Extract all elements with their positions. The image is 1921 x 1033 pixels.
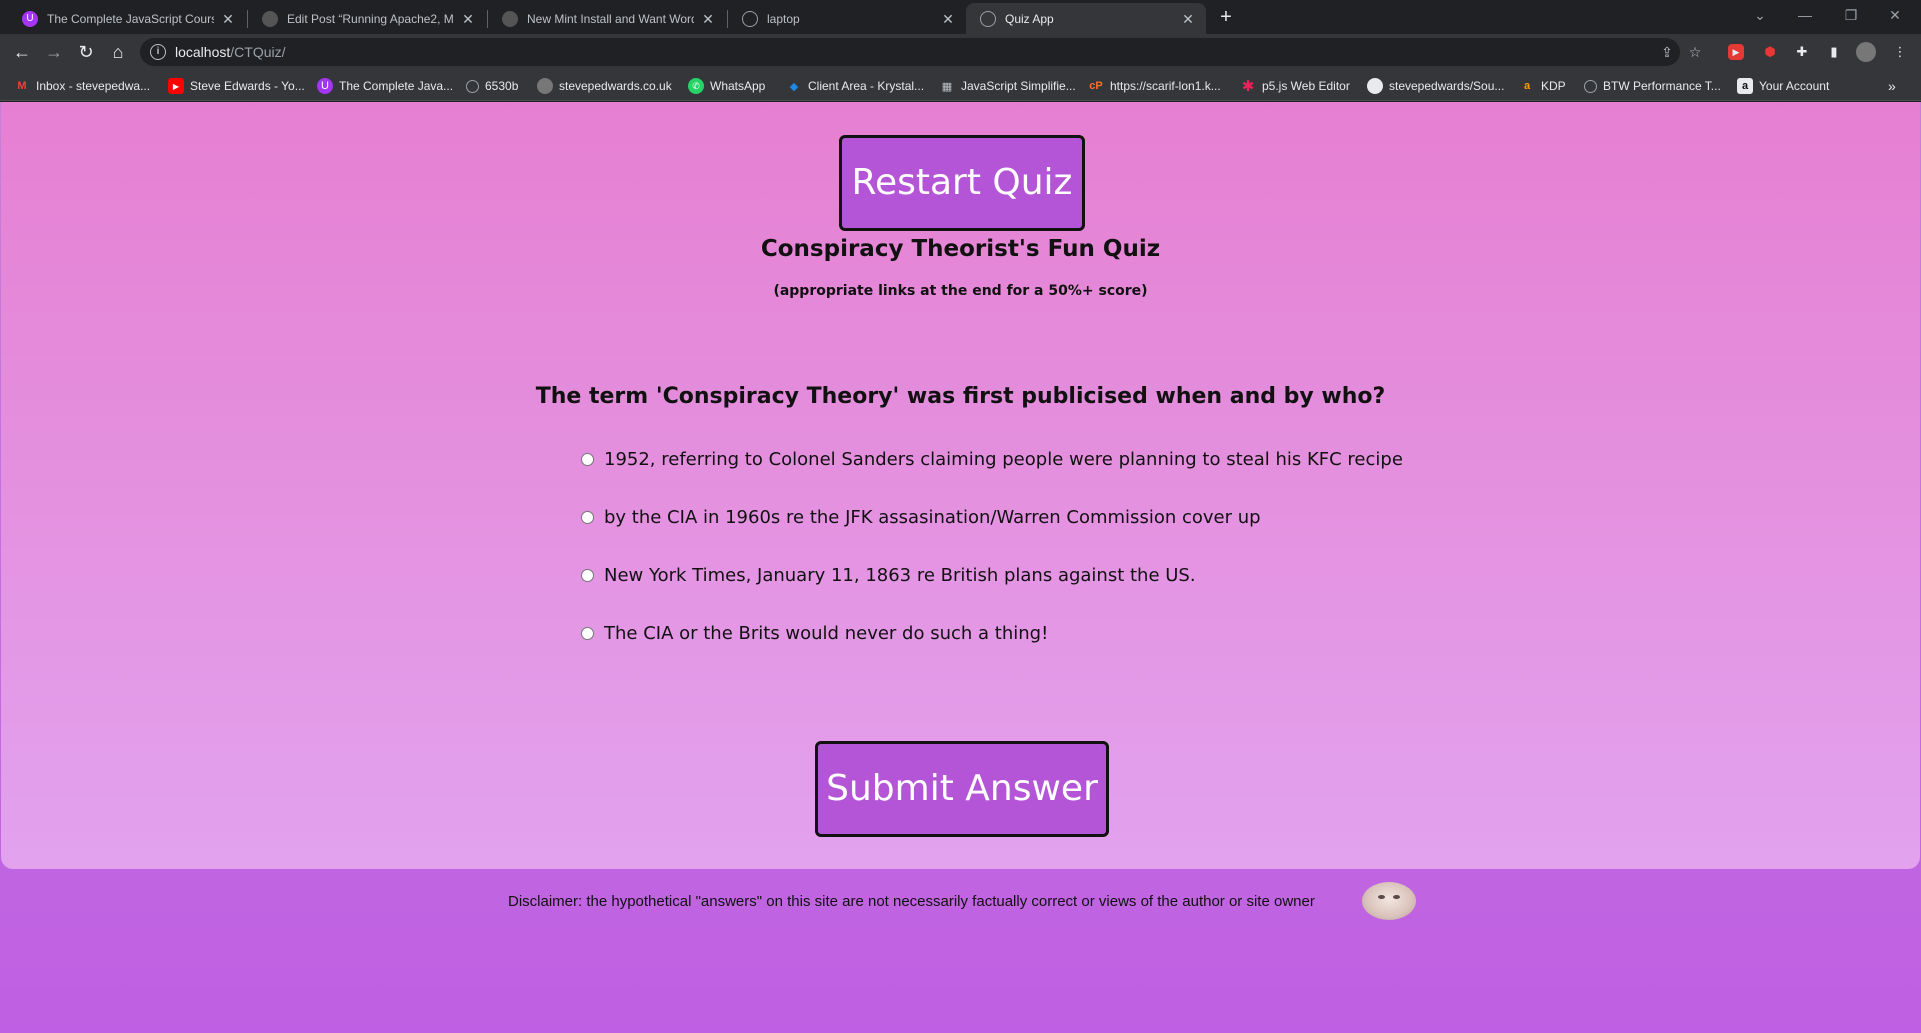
radio-button[interactable] — [581, 568, 594, 582]
quiz-subtitle: (appropriate links at the end for a 50%+… — [773, 283, 1148, 299]
answer-label: 1952, referring to Colonel Sanders claim… — [604, 448, 1403, 470]
whatsapp-icon: ✆ — [688, 78, 704, 94]
disclaimer-text: Disclaimer: the hypothetical "answers" o… — [508, 893, 1315, 910]
page-background: Restart Quiz Conspiracy Theorist's Fun Q… — [0, 102, 1921, 1033]
cpanel-icon: cP — [1089, 80, 1103, 92]
minimize-icon[interactable]: — — [1790, 4, 1820, 26]
bookmark-youtube[interactable]: ▶ Steve Edwards - Yo... — [168, 77, 305, 95]
bookmark-inbox[interactable]: M Inbox - stevepedwa... — [14, 77, 150, 95]
bookmark-kdp[interactable]: a KDP — [1519, 77, 1566, 95]
info-icon[interactable]: i — [150, 44, 166, 60]
bookmarks-bar: M Inbox - stevepedwa... ▶ Steve Edwards - … — [0, 70, 1921, 101]
address-url: localhost/CTQuiz/ — [175, 44, 286, 60]
gmail-icon: M — [17, 80, 27, 92]
menu-kebab-icon[interactable]: ⋮ — [1890, 42, 1910, 62]
udemy-icon: U — [22, 10, 38, 27]
close-icon[interactable]: ✕ — [460, 11, 476, 27]
bookmark-github[interactable]: stevepedwards/Sou... — [1367, 77, 1504, 95]
amazon-icon: a — [1737, 78, 1753, 94]
face-image — [1362, 882, 1416, 920]
home-icon[interactable]: ⌂ — [106, 40, 130, 64]
tab-edit-post[interactable]: Edit Post “Running Apache2, MYS ✕ — [248, 3, 486, 34]
bookmark-javascript-simplified[interactable]: ▦ JavaScript Simplifie... — [939, 77, 1076, 95]
bookmark-btw-performance[interactable]: BTW Performance T... — [1584, 77, 1721, 95]
bookmark-whatsapp[interactable]: ✆ WhatsApp — [688, 77, 765, 95]
adblock-icon[interactable]: ⬢ — [1760, 42, 1780, 62]
browser-toolbar: ← → ↻ ⌂ i localhost/CTQuiz/ ⇪ ☆ ▶ ⬢ ✚ ▮ … — [0, 34, 1921, 70]
globe-icon — [1584, 79, 1597, 93]
bookmark-krystal[interactable]: ◆ Client Area - Krystal... — [786, 77, 924, 95]
radio-button[interactable] — [581, 626, 594, 640]
restart-quiz-button[interactable]: Restart Quiz — [839, 135, 1085, 231]
answer-label: New York Times, January 11, 1863 re Brit… — [604, 564, 1196, 586]
restore-icon[interactable]: ❐ — [1836, 4, 1866, 26]
extensions-puzzle-icon[interactable]: ✚ — [1792, 42, 1812, 62]
close-icon[interactable]: ✕ — [1180, 11, 1196, 27]
tab-strip: U The Complete JavaScript Course ✕ Edit … — [0, 0, 1921, 34]
quiz-title: Conspiracy Theorist's Fun Quiz — [760, 236, 1161, 262]
udemy-icon: U — [317, 78, 333, 94]
submit-answer-button[interactable]: Submit Answer — [815, 741, 1109, 837]
amazon-icon: a — [1523, 80, 1531, 92]
bookmark-p5js[interactable]: ✱ p5.js Web Editor — [1240, 77, 1350, 95]
page-icon: ▦ — [941, 80, 953, 93]
profile-avatar[interactable] — [1856, 42, 1876, 62]
close-icon[interactable]: ✕ — [700, 11, 716, 27]
avatar-icon — [262, 10, 278, 27]
tab-search-icon[interactable]: ⌄ — [1745, 4, 1775, 26]
bookmark-stevepedwards[interactable]: stevepedwards.co.uk — [537, 77, 672, 95]
bookmark-6530b[interactable]: 6530b — [466, 77, 518, 95]
answer-option-2[interactable]: by the CIA in 1960s re the JFK assasinat… — [581, 504, 1261, 530]
bookmark-star-icon[interactable]: ☆ — [1686, 43, 1704, 61]
tab-quiz-app[interactable]: Quiz App ✕ — [966, 3, 1206, 34]
tab-new-mint-install[interactable]: New Mint Install and Want Word ✕ — [488, 3, 726, 34]
globe-icon — [980, 10, 996, 27]
github-icon — [1367, 78, 1383, 94]
close-icon[interactable]: ✕ — [220, 11, 236, 27]
forward-icon[interactable]: → — [42, 40, 66, 64]
answer-option-1[interactable]: 1952, referring to Colonel Sanders claim… — [581, 446, 1403, 472]
answer-label: by the CIA in 1960s re the JFK assasinat… — [604, 506, 1261, 528]
new-tab-button[interactable]: + — [1214, 6, 1238, 30]
footer: Disclaimer: the hypothetical "answers" o… — [0, 869, 1921, 939]
close-icon[interactable]: ✕ — [940, 11, 956, 27]
side-panel-icon[interactable]: ▮ — [1824, 42, 1844, 62]
question-text: The term 'Conspiracy Theory' was first p… — [535, 384, 1386, 409]
bookmarks-overflow-icon[interactable]: » — [1888, 77, 1896, 95]
bookmark-scarif[interactable]: cP https://scarif-lon1.k... — [1088, 77, 1220, 95]
back-icon[interactable]: ← — [10, 40, 34, 64]
share-icon[interactable]: ⇪ — [1658, 43, 1676, 61]
quiz-container: Restart Quiz Conspiracy Theorist's Fun Q… — [1, 102, 1920, 869]
p5-icon: ✱ — [1241, 78, 1255, 95]
radio-button[interactable] — [581, 452, 594, 466]
address-bar[interactable]: i localhost/CTQuiz/ ⇪ ☆ — [140, 38, 1701, 66]
window-close-icon[interactable]: ✕ — [1880, 4, 1910, 26]
answer-label: The CIA or the Brits would never do such… — [604, 622, 1049, 644]
bookmark-javascript-course[interactable]: U The Complete Java... — [317, 77, 453, 95]
avatar-icon — [537, 78, 553, 94]
reload-icon[interactable]: ↻ — [74, 40, 98, 64]
globe-icon — [466, 79, 479, 93]
youtube-icon: ▶ — [168, 78, 184, 94]
tab-laptop[interactable]: laptop ✕ — [728, 3, 966, 34]
bookmark-your-account[interactable]: a Your Account — [1737, 77, 1829, 95]
tab-javascript-course[interactable]: U The Complete JavaScript Course ✕ — [8, 3, 246, 34]
radio-button[interactable] — [581, 510, 594, 524]
avatar-icon — [502, 10, 518, 27]
globe-icon — [742, 10, 758, 27]
krystal-icon: ◆ — [789, 80, 799, 93]
answer-option-3[interactable]: New York Times, January 11, 1863 re Brit… — [581, 562, 1196, 588]
extension-icon[interactable]: ▶ — [1728, 44, 1744, 60]
answer-option-4[interactable]: The CIA or the Brits would never do such… — [581, 620, 1048, 646]
